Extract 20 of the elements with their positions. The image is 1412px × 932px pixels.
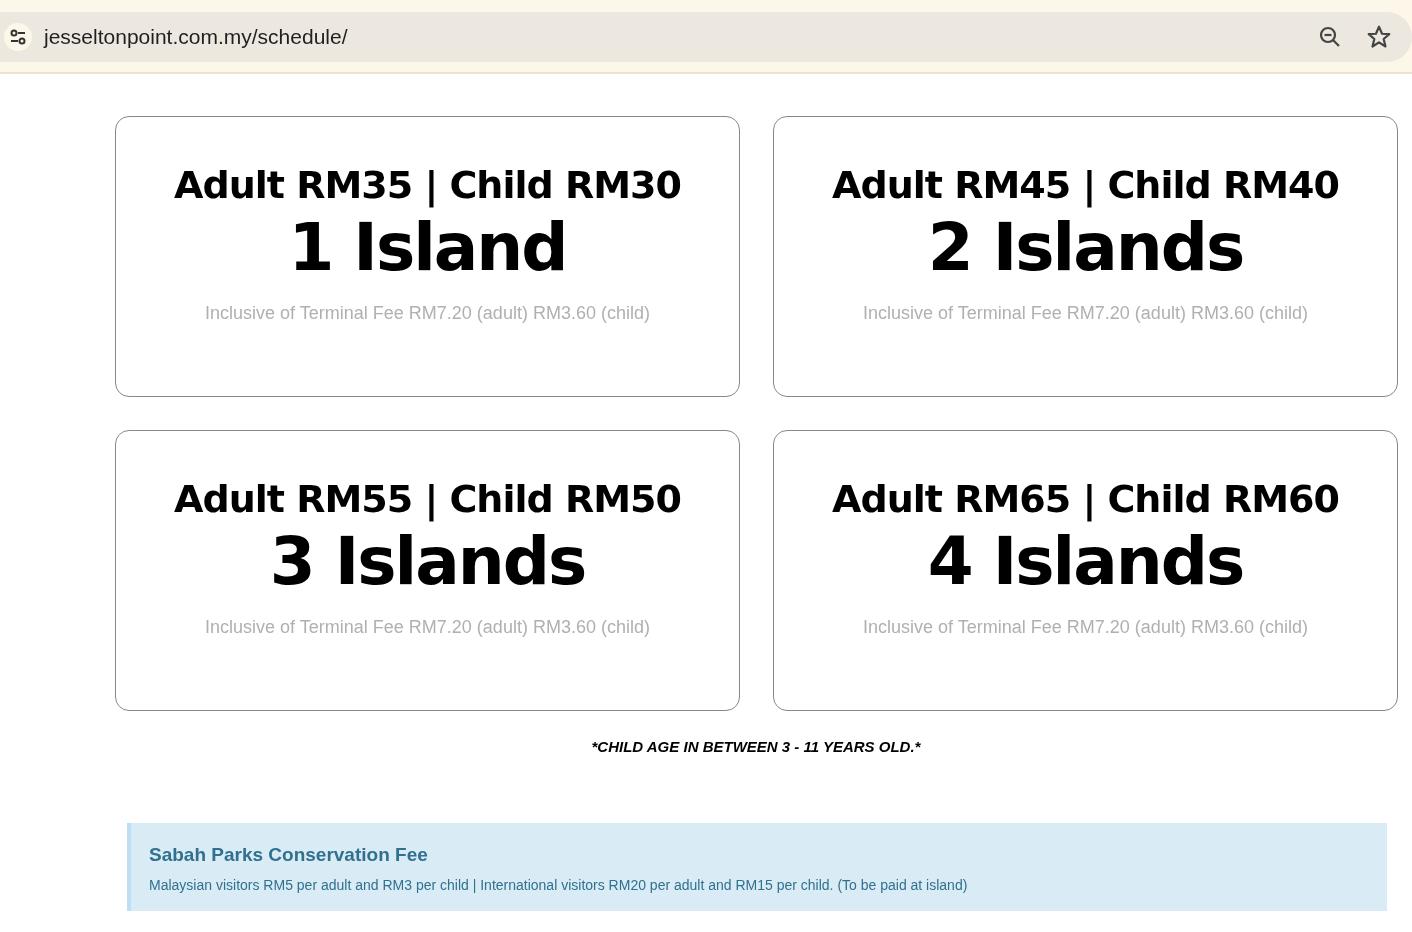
package-title: 3 Islands — [269, 522, 586, 602]
info-text: Malaysian visitors RM5 per adult and RM3 per child | International visitors RM20 per adult and RM15 per child. (To be paid at island) — [149, 876, 969, 895]
fee-note: Inclusive of Terminal Fee RM7.20 (adult) RM3.60 (child) — [205, 302, 650, 325]
price-text: Adult RM45 | Child RM40 — [832, 162, 1339, 208]
fee-note: Inclusive of Terminal Fee RM7.20 (adult) RM3.60 (child) — [863, 616, 1308, 639]
price-text: Adult RM65 | Child RM60 — [832, 476, 1339, 522]
package-title: 1 Island — [288, 208, 567, 288]
price-text: Adult RM35 | Child RM30 — [174, 162, 681, 208]
package-title: 4 Islands — [927, 522, 1244, 602]
price-text: Adult RM55 | Child RM50 — [174, 476, 681, 522]
url-text: jesseltonpoint.com.my/schedule/ — [44, 24, 349, 51]
star-icon[interactable] — [1366, 24, 1392, 50]
site-settings-icon[interactable] — [4, 23, 32, 51]
fee-note: Inclusive of Terminal Fee RM7.20 (adult) RM3.60 (child) — [205, 616, 650, 639]
address-bar[interactable]: jesseltonpoint.com.my/schedule/ — [0, 12, 1412, 62]
info-title: Sabah Parks Conservation Fee — [149, 842, 429, 867]
zoom-out-icon[interactable] — [1318, 25, 1342, 49]
child-age-note: *CHILD AGE IN BETWEEN 3 - 11 YEARS OLD.* — [590, 737, 922, 757]
package-title: 2 Islands — [927, 208, 1244, 288]
fee-note: Inclusive of Terminal Fee RM7.20 (adult) RM3.60 (child) — [863, 302, 1308, 325]
